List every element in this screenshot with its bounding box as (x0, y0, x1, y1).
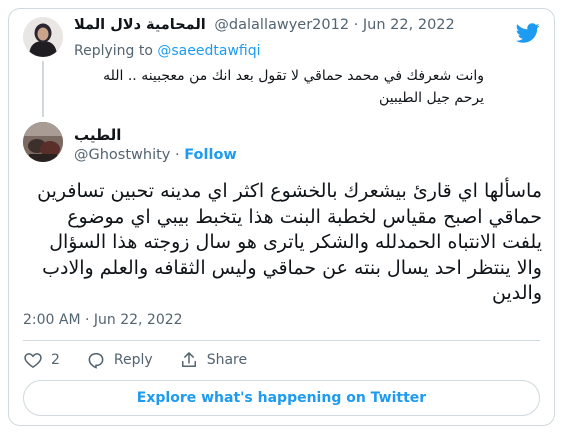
reply-button[interactable]: Reply (86, 350, 153, 370)
replying-handle-link[interactable]: @saeedtawfiqi (157, 43, 260, 59)
reply-author-handle-date[interactable]: @dalallawyer2012 · Jun 22, 2022 (214, 17, 454, 33)
separator-dot: · (175, 147, 180, 163)
share-label: Share (206, 352, 248, 368)
tweet-timestamp[interactable]: 2:00 AM · Jun 22, 2022 (23, 312, 183, 328)
follow-button[interactable]: Follow (184, 147, 237, 163)
replying-to: Replying to @saeedtawfiqi (74, 43, 261, 59)
tweet-actions: 2 Reply Share (23, 346, 273, 374)
author-name[interactable]: الطيب (74, 126, 121, 144)
like-count: 2 (51, 352, 60, 368)
reply-tweet-header: المحامية دلال الملا @dalallawyer2012 · J… (74, 17, 474, 39)
twitter-bird-icon[interactable] (516, 21, 540, 45)
tweet-embed-card: المحامية دلال الملا @dalallawyer2012 · J… (8, 8, 555, 426)
like-button[interactable]: 2 (23, 350, 60, 370)
author-handle-row: @Ghostwhity · Follow (74, 147, 237, 163)
reply-label: Reply (113, 352, 153, 368)
avatar[interactable] (23, 122, 63, 162)
author-handle[interactable]: @Ghostwhity (74, 147, 170, 163)
thread-connector-line (42, 61, 44, 117)
reply-author-name[interactable]: المحامية دلال الملا (74, 17, 206, 33)
tweet-text: ماسألها اي قارئ بيشعرك بالخشوع اكثر اي م… (37, 180, 542, 304)
explore-twitter-button[interactable]: Explore what's happening on Twitter (23, 380, 540, 416)
avatar[interactable] (23, 17, 63, 57)
share-button[interactable]: Share (179, 350, 247, 370)
divider (23, 340, 540, 341)
heart-icon (24, 353, 42, 368)
replying-prefix: Replying to (74, 43, 153, 59)
reply-bubble-icon (88, 353, 104, 369)
reply-tweet-text: وانت شعرفك في محمد حماقي لا تقول بعد انك… (103, 68, 484, 106)
share-icon (181, 352, 196, 367)
